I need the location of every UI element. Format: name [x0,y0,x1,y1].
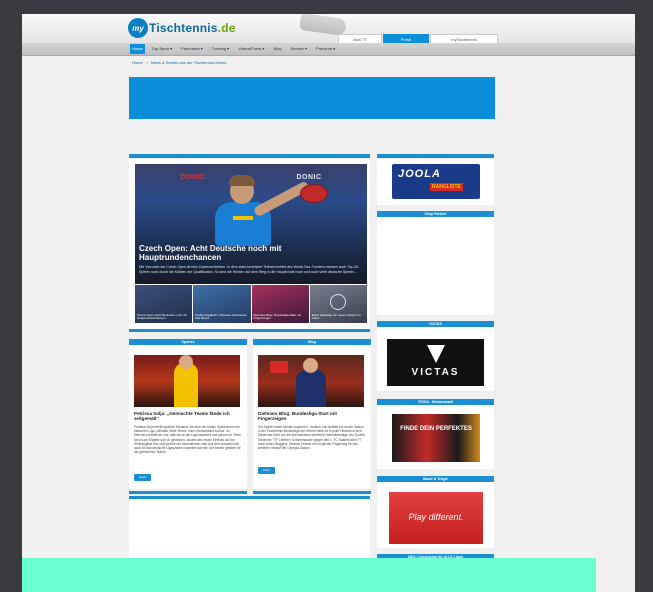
thumb-caption: Dietmars Blog: Bundesliga-Start mit Fing… [253,312,302,321]
breadcrumb-separator: » [145,60,148,65]
player-figure [174,363,198,407]
player-figure [296,369,326,407]
site-header: my Tischtennis.de click TT Portal myTisc… [22,14,635,44]
sidebar-box-shop [377,217,494,315]
card-text: Die Spiele haben wieder begonnen - endli… [258,425,366,451]
racket-icon [300,184,328,203]
play-different-text: Play different. [408,512,464,522]
breadcrumb-current[interactable]: News & Stories aus der Tischtennis-Szene [151,60,227,65]
joola-rangliste-banner[interactable]: JOOLA RANGLISTE [392,164,480,199]
card-header: Sportes [129,339,247,345]
nav-item-panorama[interactable]: Panorama ▾ [179,44,205,54]
news-card-blog: Blog Dietmars Blog: Bundesliga-Start mit… [253,339,371,489]
thumb-item[interactable]: Fiedls Ausgleich: Chinesen dominieren da… [193,285,251,323]
card-title[interactable]: Dietmars Blog: Bundesliga-Start mit Fing… [258,411,366,422]
logo-name: Tischtennis [149,21,218,35]
site-logo[interactable]: my Tischtennis.de [128,16,236,40]
hero-text: Die Vorrunde der Czech Open ist kein Zuc… [139,265,360,274]
breadcrumb-home[interactable]: Home [132,60,143,65]
slider-thumbnails: Czech Open: Acht Deutsche noch mit Haupt… [135,285,367,323]
section-bar [129,496,370,499]
read-more-button[interactable]: lesen [258,467,275,474]
thumb-caption: Czech Open: Acht Deutsche noch mit Haupt… [137,312,187,321]
section-bar [129,491,247,494]
thumb-caption: Fiedls Ausgleich: Chinesen dominieren da… [195,312,247,321]
section-bar [253,491,371,494]
logo-text: Tischtennis.de [149,21,236,35]
victas-logo-text: VICTAS [411,367,460,378]
browser-page: my Tischtennis.de click TT Portal myTisc… [22,14,635,592]
hero-title[interactable]: Czech Open: Acht Deutsche noch mit Haupt… [139,244,299,262]
nav-item-blog[interactable]: Blog [272,44,284,54]
logo-ball-icon: my [128,18,148,38]
thumb-item[interactable]: Erste Spieltage der neuen Saison im Vide… [309,285,367,323]
breadcrumb: Home » News & Stories aus der Tischtenni… [132,60,227,65]
ad-banner[interactable] [129,77,495,119]
paddle-graphic-icon [299,14,347,37]
card-title[interactable]: Petrissa Solja: „Gemischte Teams fände i… [134,411,242,422]
card-header: Blog [253,339,371,345]
player-shirt-stripe [233,216,253,220]
stiga-ad-text: FINDE DEIN PERFEKTES [400,426,472,432]
nav-list: Home Top-Sport ▾ Panorama ▾ Training ▾ V… [130,44,337,54]
empty-content-box [129,500,370,560]
thumb-item[interactable]: Dietmars Blog: Bundesliga-Start mit Fing… [251,285,309,323]
news-card-sport: Sportes Petrissa Solja: „Gemischte Teams… [129,339,247,489]
stiga-ad[interactable]: FINDE DEIN PERFEKTES [392,414,480,462]
nav-item-top-sport[interactable]: Top-Sport ▾ [150,44,174,54]
main-navigation: Home Top-Sport ▾ Panorama ▾ Training ▾ V… [22,43,635,56]
cookie-overlay-bar[interactable] [22,558,596,592]
joola-logo-text: JOOLA [398,168,441,180]
victas-logo-icon [427,345,445,363]
card-image[interactable] [258,355,364,407]
section-bar [129,329,370,332]
play-icon[interactable] [329,294,346,310]
thumb-caption: Erste Spieltage der neuen Saison im Vide… [311,312,361,321]
hero-slide[interactable]: DONIC DONIC Czech Open: Acht Deutsche no… [135,164,367,284]
card-image[interactable] [134,355,240,407]
player-head [179,355,193,369]
thumb-item[interactable]: Czech Open: Acht Deutsche noch mit Haupt… [135,285,193,323]
card-text: Petrissa Solja betritt sportlich Neuland… [134,425,241,455]
read-more-button[interactable]: lesen [134,474,151,481]
nav-item-videos[interactable]: Videos/Fotos ▾ [236,44,266,54]
play-different-ad[interactable]: Play different. [389,492,483,544]
flag-graphic [270,361,288,373]
logo-tld: .de [217,21,236,35]
sidebar-bar [377,154,494,158]
victas-ad[interactable]: VICTAS [387,339,484,386]
nav-item-service[interactable]: Service ▾ [289,44,309,54]
joola-sub-text: RANGLISTE [430,183,463,191]
player-head [303,358,318,373]
nav-item-home[interactable]: Home [130,44,145,54]
hero-ad-left: DONIC [180,174,206,181]
player-hair [229,175,255,186]
nav-item-premium[interactable]: Premium ▾ [314,44,337,54]
section-bar [129,154,370,158]
nav-item-training[interactable]: Training ▾ [210,44,231,54]
